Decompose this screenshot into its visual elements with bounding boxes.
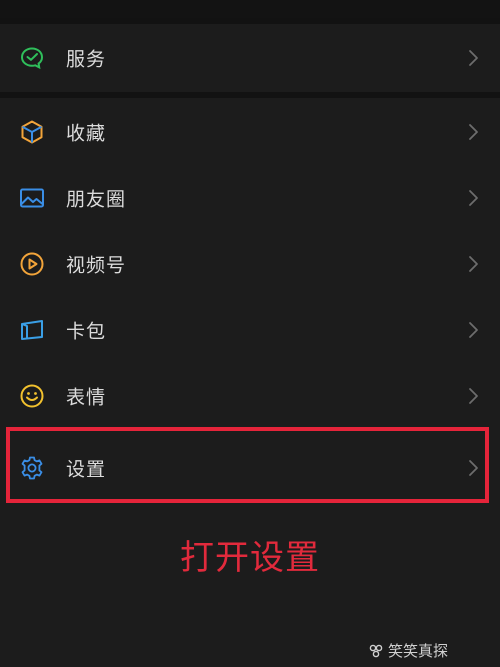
menu-item-channels[interactable]: 视频号 [0,231,500,297]
menu-item-favorites[interactable]: 收藏 [0,99,500,165]
menu-item-moments[interactable]: 朋友圈 [0,165,500,231]
card-wallet-icon [19,317,45,343]
services-group: 服务 [0,24,500,92]
sticker-smile-icon [19,383,45,409]
chevron-right-icon [466,189,480,207]
menu-item-card-wallet[interactable]: 卡包 [0,297,500,363]
watermark-text: 笑笑真探 [387,642,448,660]
watermark-logo-icon [368,643,384,659]
channels-play-icon [19,251,45,277]
menu-item-label: 服务 [66,48,107,71]
menu-item-label: 表情 [66,386,107,409]
chevron-right-icon [466,387,480,405]
features-group: 收藏 朋友圈 视频号 卡包 表情 设置 [0,98,500,667]
menu-item-label: 视频号 [66,254,127,277]
settings-highlight-box [6,427,489,503]
menu-item-services[interactable]: 服务 [0,25,500,91]
watermark: 笑笑真探 [368,640,448,661]
annotation-text: 打开设置 [180,538,320,578]
chevron-right-icon [466,321,480,339]
menu-item-label: 卡包 [66,320,107,343]
menu-item-label: 收藏 [66,122,107,145]
chevron-right-icon [466,49,480,67]
menu-item-stickers[interactable]: 表情 [0,363,500,429]
chevron-right-icon [466,255,480,273]
services-icon [19,45,45,71]
menu-item-label: 朋友圈 [66,188,127,211]
chevron-right-icon [466,123,480,141]
top-strip [0,0,500,18]
moments-picture-icon [19,185,45,211]
favorites-cube-icon [19,119,45,145]
